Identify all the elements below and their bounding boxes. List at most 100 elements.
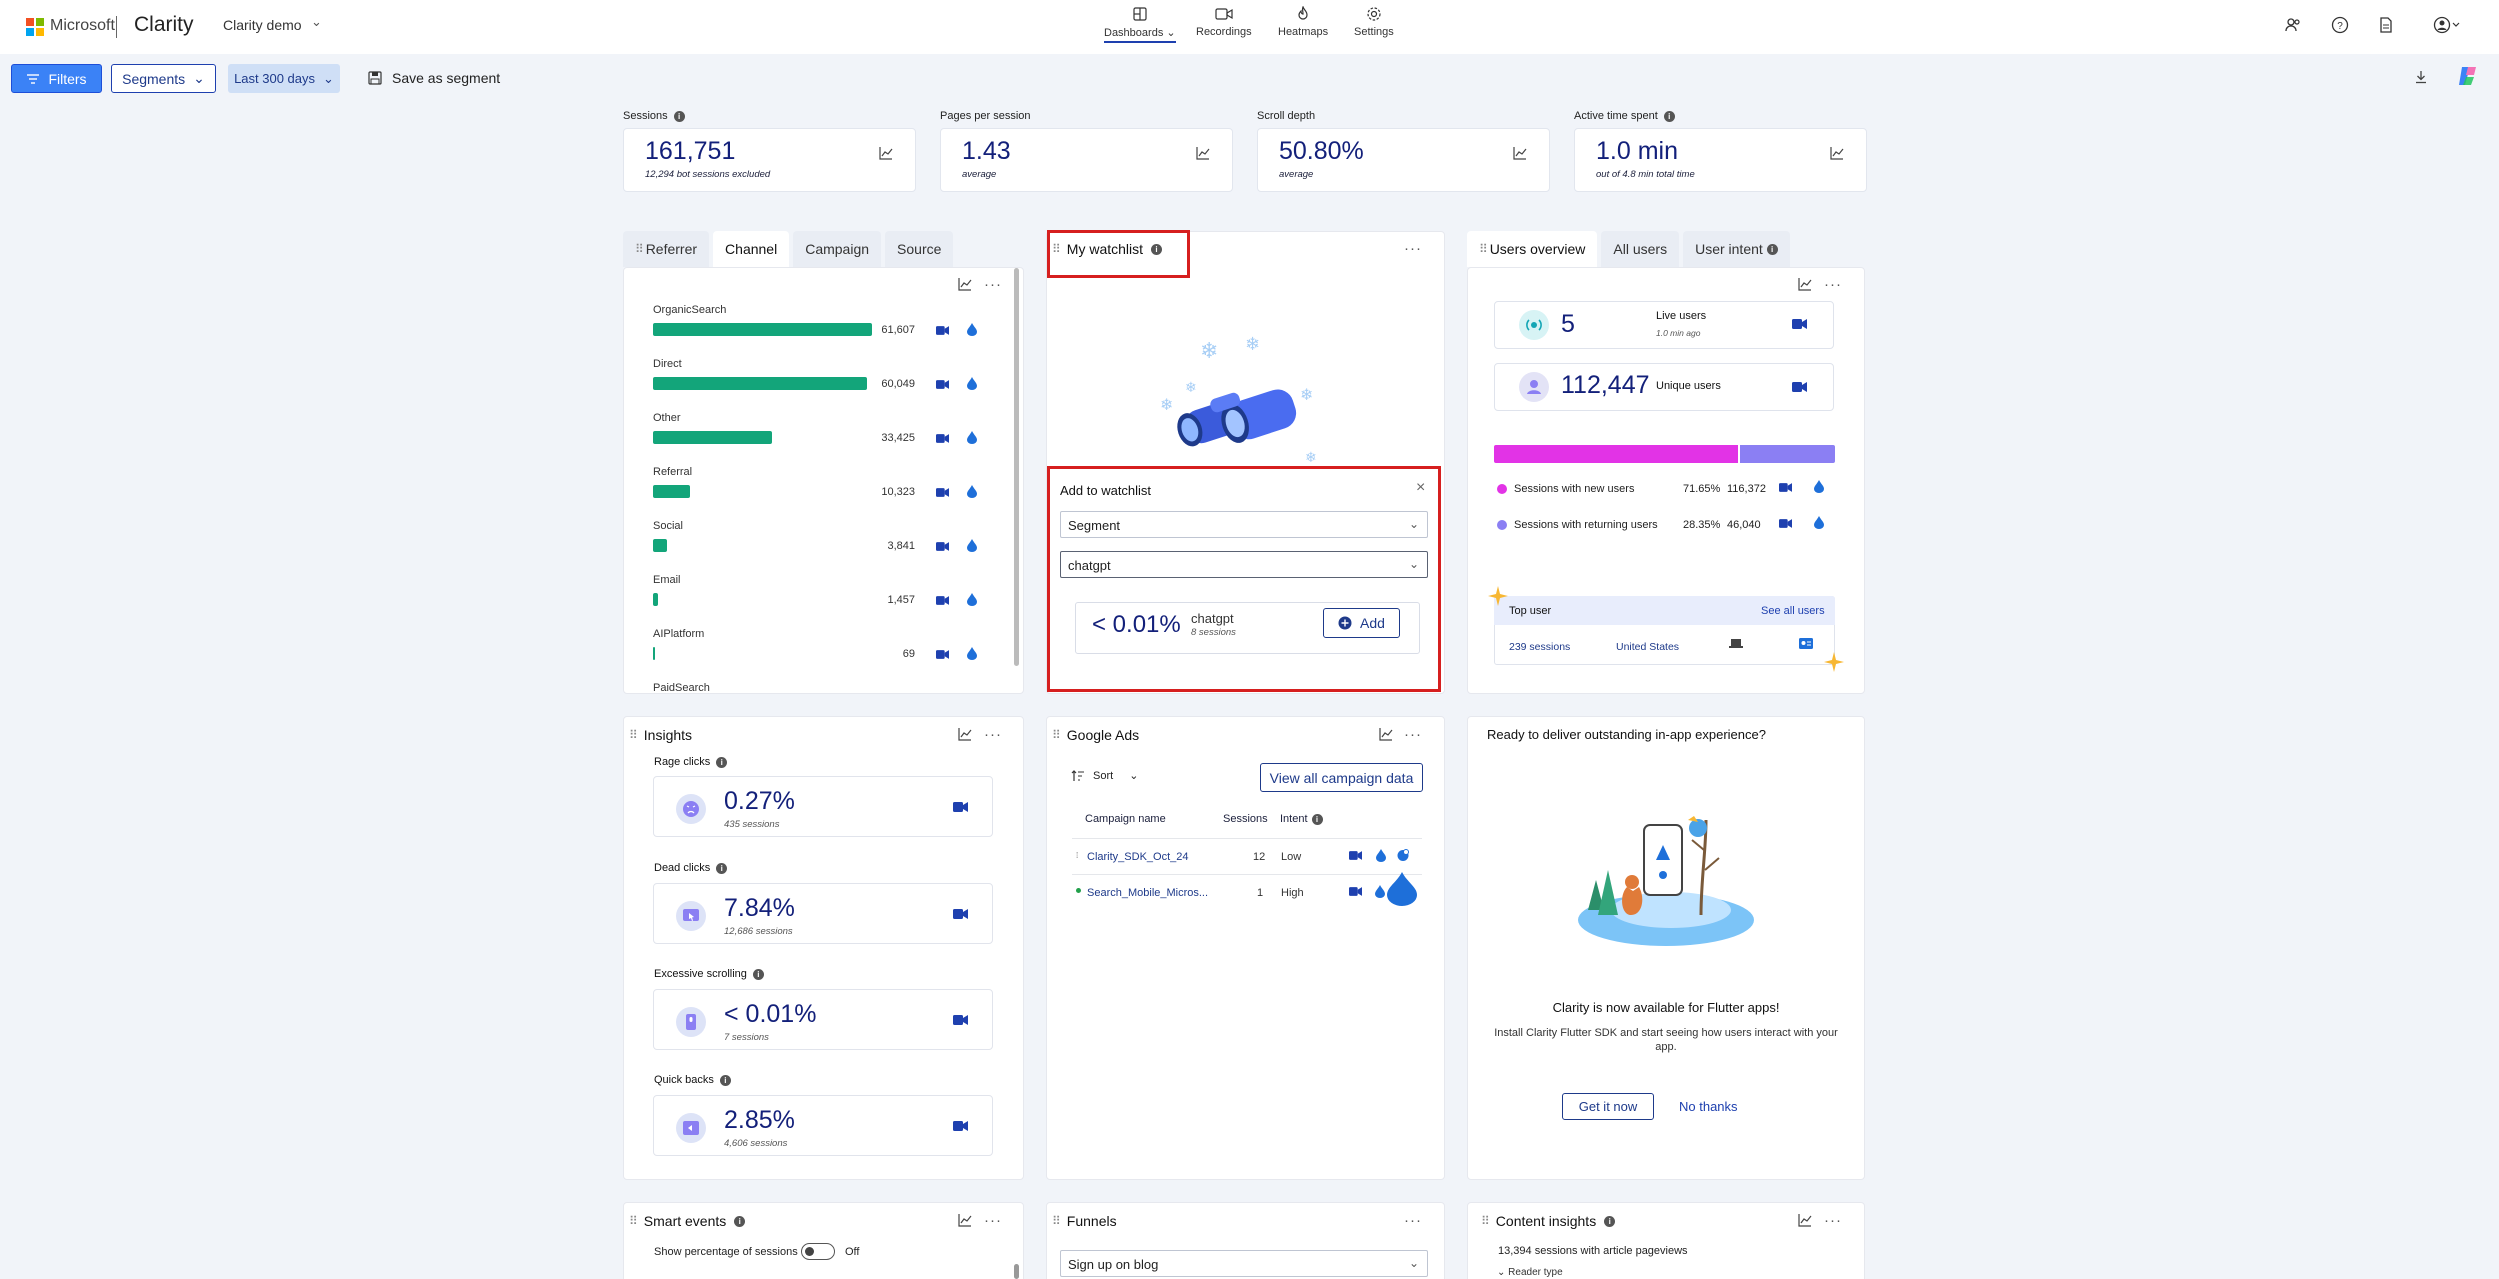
reader-type-toggle[interactable]: ⌄ Reader type (1497, 1267, 1563, 1278)
top-user-sessions[interactable]: 239 sessions (1509, 641, 1570, 653)
app-title[interactable]: Clarity (134, 13, 194, 37)
filters-button[interactable]: Filters (11, 64, 102, 93)
info-icon[interactable]: i (1766, 243, 1778, 255)
channel-bar[interactable] (653, 377, 867, 390)
trend-chart-icon[interactable] (958, 277, 972, 291)
trend-chart-icon[interactable] (958, 727, 972, 741)
video-icon[interactable] (1779, 482, 1792, 493)
metric-card-active-time[interactable]: 1.0 min out of 4.8 min total time (1574, 128, 1867, 192)
metric-card-pages[interactable]: 1.43 average (940, 128, 1233, 192)
heatmap-drop-icon[interactable] (1814, 516, 1824, 529)
video-icon[interactable] (1349, 886, 1362, 897)
people-icon[interactable] (2284, 16, 2302, 34)
get-it-now-button[interactable]: Get it now (1562, 1093, 1654, 1120)
user-split-bar[interactable] (1494, 445, 1835, 463)
channel-bar[interactable] (653, 593, 658, 606)
watchlist-type-select[interactable]: Segment ⌄ (1060, 511, 1428, 538)
tab-channel[interactable]: Channel (713, 231, 790, 267)
info-icon[interactable]: i (1151, 243, 1163, 255)
scrollbar[interactable] (1014, 1264, 1019, 1279)
drag-handle-icon[interactable]: ⠿ (629, 728, 638, 742)
more-options-icon[interactable]: ··· (1404, 240, 1422, 257)
campaign-name[interactable]: Search_Mobile_Micros... (1087, 887, 1208, 899)
info-icon[interactable]: i (673, 110, 685, 122)
info-icon[interactable]: i (719, 1074, 731, 1086)
tab-campaign[interactable]: Campaign (793, 231, 882, 267)
trend-chart-icon[interactable] (1798, 1213, 1812, 1227)
video-icon[interactable] (1792, 318, 1807, 330)
heatmap-drop-icon[interactable] (967, 539, 977, 552)
drag-handle-icon[interactable]: ⠿ (1481, 1214, 1490, 1228)
trend-chart-icon[interactable] (1513, 146, 1527, 160)
video-icon[interactable] (953, 801, 968, 813)
info-icon[interactable]: i (752, 968, 764, 980)
heatmap-drop-icon[interactable] (967, 431, 977, 444)
save-segment-button[interactable]: Save as segment (368, 70, 500, 86)
channel-bar[interactable] (653, 539, 667, 552)
download-icon[interactable] (2414, 70, 2428, 84)
video-icon[interactable] (1779, 518, 1792, 529)
segments-button[interactable]: Segments ⌄ (111, 64, 216, 93)
channel-bar[interactable] (653, 647, 655, 660)
heatmap-drop-icon[interactable] (1814, 480, 1824, 493)
tab-referrer[interactable]: ⠿ Referrer (623, 231, 710, 267)
video-icon[interactable] (936, 649, 949, 660)
drag-handle-icon[interactable]: ⠿ (1052, 728, 1061, 742)
tab-source[interactable]: Source (885, 231, 954, 267)
heatmap-drop-icon[interactable] (1376, 849, 1386, 862)
new-users-segment[interactable] (1494, 445, 1738, 463)
nav-heatmaps[interactable]: Heatmaps (1278, 6, 1328, 38)
tab-user-intent[interactable]: User intent i (1683, 231, 1790, 267)
nav-settings[interactable]: Settings (1354, 6, 1394, 38)
video-icon[interactable] (1349, 850, 1362, 861)
drag-handle-icon[interactable]: ⠿ (1479, 242, 1488, 256)
user-card-icon[interactable] (1799, 638, 1813, 649)
nav-dashboards[interactable]: Dashboards ⌄ (1104, 6, 1176, 43)
date-range-button[interactable]: Last 300 days ⌄ (228, 64, 340, 93)
copilot-chat-icon[interactable] (1397, 849, 1409, 862)
trend-chart-icon[interactable] (958, 1213, 972, 1227)
more-options-icon[interactable]: ··· (984, 276, 1002, 293)
channel-bar[interactable] (653, 431, 772, 444)
tab-users-overview[interactable]: ⠿ Users overview (1467, 231, 1598, 267)
heatmap-drop-icon[interactable] (967, 377, 977, 390)
watchlist-segment-select[interactable]: chatgpt ⌄ (1060, 551, 1428, 578)
insight-card-dead[interactable]: 7.84% 12,686 sessions (653, 883, 993, 944)
info-icon[interactable]: i (1663, 110, 1675, 122)
info-icon[interactable]: i (734, 1215, 746, 1227)
insight-card-scrolling[interactable]: < 0.01% 7 sessions (653, 989, 993, 1050)
returning-users-segment[interactable] (1740, 445, 1835, 463)
heatmap-drop-icon[interactable] (967, 485, 977, 498)
copilot-icon[interactable] (2456, 64, 2480, 88)
add-button[interactable]: Add (1323, 608, 1400, 638)
see-all-users-link[interactable]: See all users (1761, 605, 1825, 617)
video-icon[interactable] (953, 1120, 968, 1132)
channel-bar[interactable] (653, 323, 872, 336)
campaign-name[interactable]: Clarity_SDK_Oct_24 (1087, 851, 1189, 863)
document-icon[interactable] (2377, 16, 2395, 34)
tab-all-users[interactable]: All users (1601, 231, 1680, 267)
metric-card-sessions[interactable]: 161,751 12,294 bot sessions excluded (623, 128, 916, 192)
nav-recordings[interactable]: Recordings (1196, 6, 1252, 38)
view-all-campaign-button[interactable]: View all campaign data (1260, 763, 1423, 792)
insight-card-quickbacks[interactable]: 2.85% 4,606 sessions (653, 1095, 993, 1156)
trend-chart-icon[interactable] (1196, 146, 1210, 160)
video-icon[interactable] (936, 541, 949, 552)
no-thanks-link[interactable]: No thanks (1679, 1099, 1738, 1114)
project-selector[interactable]: Clarity demo (223, 17, 302, 33)
heatmap-drop-icon[interactable] (967, 323, 977, 336)
video-icon[interactable] (936, 487, 949, 498)
drag-handle-icon[interactable]: ⠿ (629, 1214, 638, 1228)
trend-chart-icon[interactable] (879, 146, 893, 160)
funnel-select[interactable]: Sign up on blog ⌄ (1060, 1250, 1428, 1277)
video-icon[interactable] (953, 1014, 968, 1026)
info-icon[interactable]: i (716, 862, 728, 874)
heatmap-drop-icon[interactable] (1375, 885, 1385, 898)
metric-card-scroll[interactable]: 50.80% average (1257, 128, 1550, 192)
insight-card-rage[interactable]: 0.27% 435 sessions (653, 776, 993, 837)
info-icon[interactable]: i (1311, 813, 1323, 825)
help-icon[interactable]: ? (2331, 16, 2349, 34)
info-icon[interactable]: i (1604, 1215, 1616, 1227)
sort-button[interactable]: Sort ⌄ (1071, 769, 1138, 782)
more-options-icon[interactable]: ··· (1824, 1212, 1842, 1229)
